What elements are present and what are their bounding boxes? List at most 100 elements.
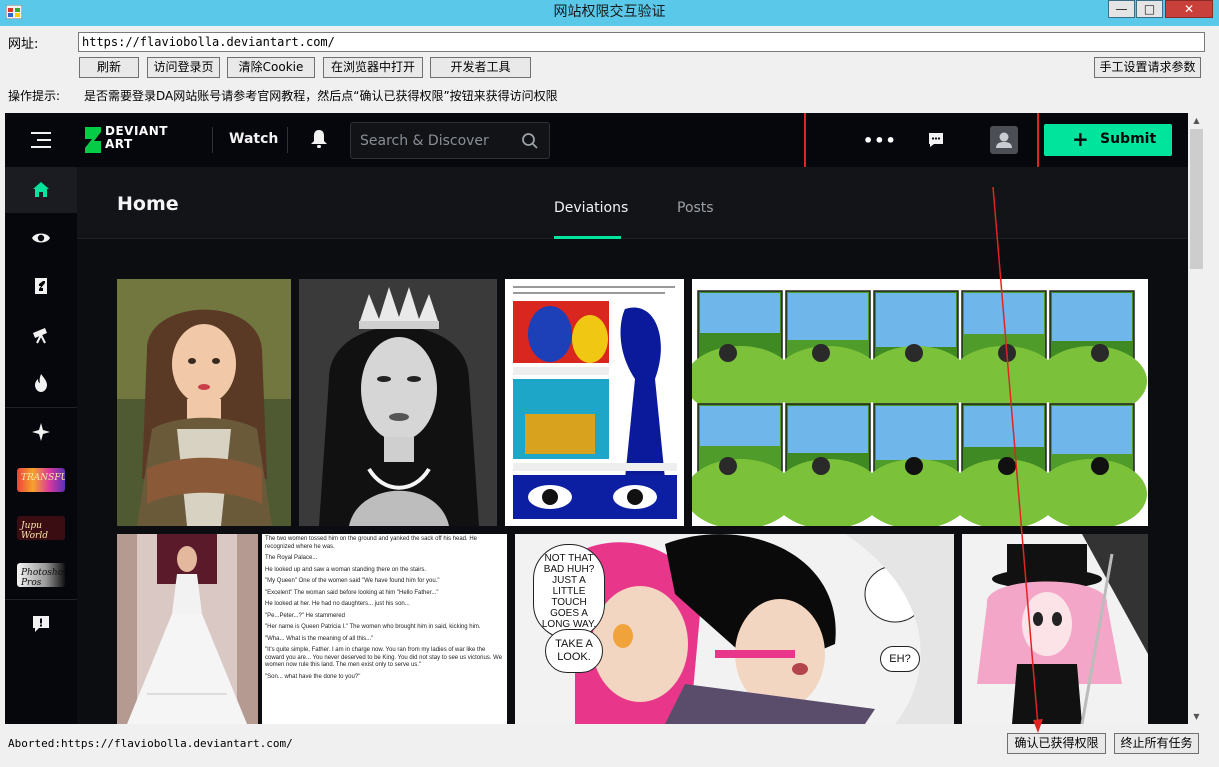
portrait-girl-image xyxy=(117,279,291,526)
comic-character xyxy=(905,344,923,362)
header-divider xyxy=(212,127,213,153)
sidebar-item-watch[interactable] xyxy=(5,215,77,261)
scroll-down-arrow-icon[interactable]: ▼ xyxy=(1188,709,1205,724)
story-line: "Pe...Peter...?" He stammered xyxy=(265,612,345,619)
highlight-box-annotation xyxy=(804,113,1039,169)
comic-character xyxy=(812,457,830,475)
comic-panel-sky xyxy=(876,293,956,347)
story-line: "Son... what have the done to you?" xyxy=(265,673,361,680)
comic-character xyxy=(719,344,737,362)
deviation-thumbnail[interactable] xyxy=(692,279,1148,526)
visit-login-button[interactable]: 访问登录页 xyxy=(147,57,220,78)
telescope-icon xyxy=(33,328,47,344)
comic-character xyxy=(812,344,830,362)
stop-all-tasks-button[interactable]: 终止所有任务 xyxy=(1114,733,1199,754)
header-divider xyxy=(287,127,288,153)
window-titlebar: 网站权限交互验证 — □ ✕ xyxy=(0,0,1219,26)
story-line: The Royal Palace... xyxy=(265,555,318,561)
comic-panel-sky xyxy=(876,406,956,460)
comic-page-image xyxy=(505,279,684,526)
submit-button[interactable]: + Submit xyxy=(1044,124,1172,156)
sidebar-group-thumb[interactable]: Jupu World xyxy=(17,516,65,540)
close-button[interactable]: ✕ xyxy=(1165,0,1213,18)
clear-cookie-button[interactable]: 清除Cookie xyxy=(227,57,315,78)
address-label: 网址: xyxy=(8,37,39,52)
address-input[interactable]: https://flaviobolla.deviantart.com/ xyxy=(78,32,1205,52)
scrollbar-thumb[interactable] xyxy=(1190,129,1203,269)
comic-character xyxy=(719,457,737,475)
notifications-bell-icon[interactable] xyxy=(310,129,328,149)
comic-panel-sky xyxy=(700,293,780,333)
story-line: "Wha... What is the meaning of all this.… xyxy=(265,635,374,642)
queen-portrait-image xyxy=(299,279,497,526)
comic-character xyxy=(998,344,1016,362)
flame-icon xyxy=(35,374,47,392)
comic-character xyxy=(998,457,1016,475)
comic-character xyxy=(1091,344,1109,362)
sidebar: TRANSFUSE Jupu World Photoshop Pros xyxy=(5,167,77,724)
story-line: He looked up and saw a woman standing th… xyxy=(265,566,427,573)
sidebar-group-thumb[interactable]: Photoshop Pros xyxy=(17,563,65,587)
tab-deviations[interactable]: Deviations xyxy=(554,200,628,216)
sidebar-item-popular[interactable] xyxy=(5,360,77,406)
devtools-button[interactable]: 开发者工具 xyxy=(430,57,531,78)
eye-icon xyxy=(32,233,50,243)
search-icon[interactable] xyxy=(521,132,539,150)
deviation-thumbnail[interactable] xyxy=(299,279,497,526)
comic-character xyxy=(905,457,923,475)
sidebar-item-feedback[interactable] xyxy=(5,601,77,647)
search-placeholder: Search & Discover xyxy=(360,133,489,149)
sidebar-item-explore[interactable] xyxy=(5,312,77,358)
sidebar-divider xyxy=(5,599,77,600)
deviation-thumbnail[interactable] xyxy=(505,279,684,526)
sidebar-item-daily-deviations[interactable] xyxy=(5,409,77,455)
deviation-thumbnail[interactable]: NOT THAT BAD HUH? JUST A LITTLE TOUCH GO… xyxy=(515,534,954,724)
tab-posts[interactable]: Posts xyxy=(677,200,714,216)
story-line: "My Queen" One of the women said "We hav… xyxy=(265,578,440,584)
story-text-image: The two women tossed him on the ground a… xyxy=(265,536,505,685)
search-box[interactable]: Search & Discover xyxy=(350,122,550,159)
comic-panel-sky xyxy=(700,406,780,446)
sidebar-group-thumb[interactable]: TRANSFUSE xyxy=(17,468,65,492)
hint-label: 操作提示: xyxy=(8,89,61,103)
logo-wordmark: DEVIANT ART xyxy=(105,124,168,151)
refresh-button[interactable]: 刷新 xyxy=(79,57,139,78)
comic-panel-sky xyxy=(1052,406,1132,454)
watch-link[interactable]: Watch xyxy=(229,131,278,147)
maximize-button[interactable]: □ xyxy=(1136,0,1163,18)
pink-hair-character-image xyxy=(962,534,1148,724)
window-title: 网站权限交互验证 xyxy=(553,4,666,20)
active-tab-indicator xyxy=(554,236,621,239)
site-header: DEVIANT ART Watch Search & Discover ••• xyxy=(5,113,1188,169)
deviation-thumbnail[interactable]: The two women tossed him on the ground a… xyxy=(262,534,507,724)
story-line: The two women tossed him on the ground a… xyxy=(265,536,478,550)
scroll-up-arrow-icon[interactable]: ▲ xyxy=(1188,113,1205,128)
speech-bubble: NOT THAT BAD HUH? JUST A LITTLE TOUCH GO… xyxy=(533,544,605,639)
sidebar-item-deviations[interactable] xyxy=(5,263,77,309)
comic-panel-sky xyxy=(788,293,868,340)
minimize-button[interactable]: — xyxy=(1108,0,1135,18)
confirm-permission-button[interactable]: 确认已获得权限 xyxy=(1007,733,1106,754)
manual-params-button[interactable]: 手工设置请求参数 xyxy=(1094,57,1201,78)
comic-panel-sky xyxy=(964,293,1044,334)
story-line: "It's quite simple, Father. I am in char… xyxy=(265,647,503,668)
hint-text: 是否需要登录DA网站账号请参考官网教程，然后点“确认已获得权限”按钮来获得访问权… xyxy=(84,89,558,103)
home-subheader: Home Deviations Posts xyxy=(77,167,1188,239)
deviation-thumbnail[interactable] xyxy=(117,534,258,724)
open-in-browser-button[interactable]: 在浏览器中打开 xyxy=(323,57,423,78)
comic-panel-sky xyxy=(1052,293,1132,341)
sidebar-divider xyxy=(5,407,77,408)
comic-strip-image xyxy=(692,279,1148,526)
deviation-thumbnail[interactable] xyxy=(117,279,291,526)
browser-viewport[interactable]: DEVIANT ART Watch Search & Discover ••• xyxy=(5,113,1188,724)
sparkle-icon xyxy=(32,423,50,441)
vertical-scrollbar[interactable]: ▲ ▼ xyxy=(1188,113,1205,724)
status-text: Aborted:https://flaviobolla.deviantart.c… xyxy=(8,737,293,750)
submit-label: Submit xyxy=(1100,131,1157,147)
plus-icon: + xyxy=(1072,127,1089,151)
sidebar-item-home[interactable] xyxy=(5,167,77,213)
deviation-thumbnail[interactable] xyxy=(962,534,1148,724)
comic-character xyxy=(1091,457,1109,475)
menu-icon[interactable] xyxy=(31,132,51,148)
main-content: Home Deviations Posts The two women toss… xyxy=(77,167,1188,724)
